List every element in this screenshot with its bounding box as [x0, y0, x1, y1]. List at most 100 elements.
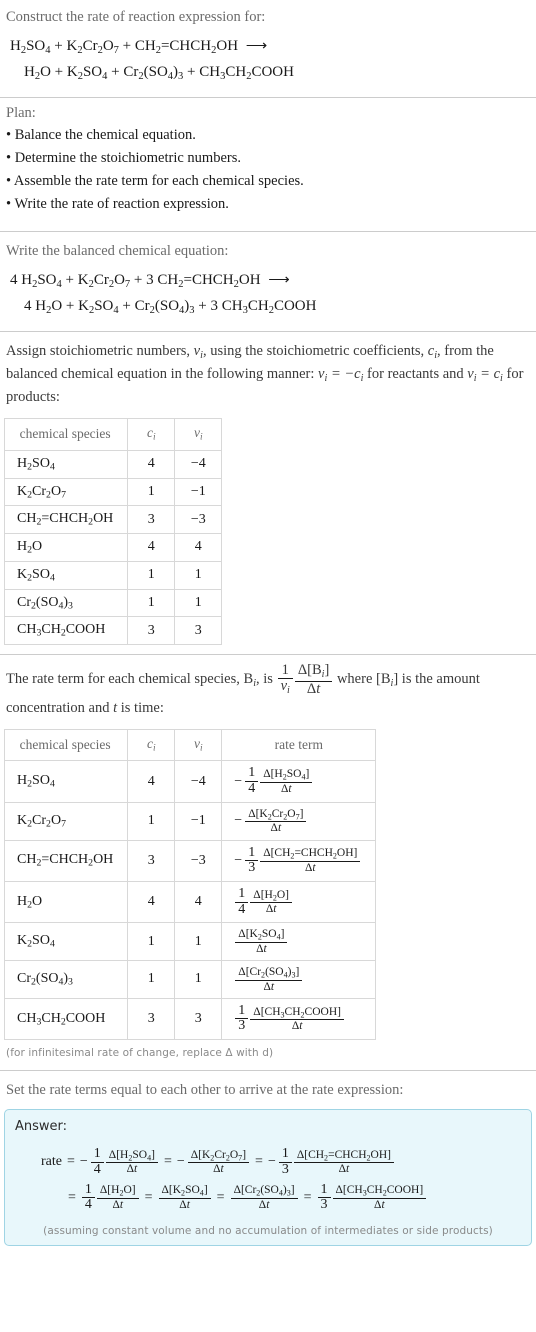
- balanced-reactants-line: 4 H2SO4 + K2Cr2O7 + 3 CH2=CHCH2OH ⟶: [10, 272, 294, 290]
- stoich-number-value: 1: [174, 560, 223, 590]
- species-name: H2SO4: [3, 760, 129, 803]
- coeff-water: 4: [24, 297, 32, 314]
- species-name: K2Cr2O7: [3, 477, 129, 507]
- table-header-row: chemical species ci νi: [3, 418, 223, 451]
- column-header-vi: νi: [174, 728, 223, 762]
- stoich-text-4: for reactants and: [363, 365, 468, 382]
- coefficient-value: 3: [127, 505, 176, 535]
- rate-term-expression: Δ[Cr2(SO4)3] Δt: [221, 960, 377, 999]
- species-name: CH3CH2COOH: [3, 997, 129, 1041]
- coefficient-value: 1: [127, 588, 176, 618]
- species-name: H2O: [3, 533, 129, 562]
- final-prompt: Set the rate terms equal to each other t…: [6, 1082, 404, 1099]
- coefficient-value: 1: [127, 960, 176, 999]
- coefficient-value: 1: [127, 801, 176, 841]
- stoich-number-value: −4: [174, 760, 223, 803]
- table-row: K2SO4 1 1 Δ[K2SO4] Δt: [3, 922, 377, 962]
- stoich-text-2: , using the stoichiometric coefficients,: [202, 342, 428, 359]
- coeff-allyl-alcohol: 3: [146, 272, 154, 289]
- table-row: K2Cr2O7 1 −1: [3, 477, 223, 507]
- species-name: CH2=CHCH2OH: [3, 839, 129, 882]
- column-header-vi: νi: [174, 418, 223, 451]
- products-line: H2O + K2SO4 + Cr2(SO4)3 + CH3CH2COOH: [24, 63, 294, 82]
- answer-box: Answer: rate = −1 4 Δ[H2SO4] Δt = − Δ[K2Cr2O7] Δt…: [4, 1109, 532, 1246]
- stoich-number-value: 3: [174, 997, 223, 1041]
- table-row: CH2=CHCH2OH 3 −3 −1 3 Δ[CH2=CHCH2OH] Δt: [3, 839, 377, 882]
- rate-intro-2: , is: [256, 671, 277, 688]
- problem-page: Construct the rate of reaction expressio…: [0, 0, 536, 1246]
- stoich-number-value: 1: [174, 922, 223, 962]
- table-header-row: chemical species ci νi rate term: [3, 728, 377, 762]
- table-row: Cr2(SO4)3 1 1 Δ[Cr2(SO4)3] Δt: [3, 960, 377, 999]
- coefficient-value: 4: [127, 760, 176, 803]
- coefficient-value: 3: [127, 997, 176, 1041]
- reaction-arrow-icon: ⟶: [245, 38, 268, 55]
- species-name: Cr2(SO4)3: [3, 960, 129, 999]
- reactants-line: H2SO4 + K2Cr2O7 + CH2=CHCH2OH ⟶: [10, 38, 271, 56]
- rate-word: rate: [41, 1154, 62, 1170]
- stoich-number-value: −1: [174, 477, 223, 507]
- nu-equals-c: νi = ci: [467, 365, 503, 384]
- species-name: K2SO4: [3, 560, 129, 590]
- rate-term-expression: −1 4 Δ[H2SO4] Δt: [221, 760, 377, 803]
- rate-intro-1: The rate term for each chemical species,: [6, 671, 244, 688]
- stoich-number-value: 3: [174, 616, 223, 646]
- table-row: CH3CH2COOH 3 3: [3, 616, 223, 646]
- coeff-propionic-acid: 3: [210, 297, 219, 314]
- table-row: H2SO4 4 −4 −1 4 Δ[H2SO4] Δt: [3, 760, 377, 803]
- rate-term-expression: − Δ[K2Cr2O7] Δt: [221, 801, 377, 841]
- stoich-number-value: −4: [174, 449, 223, 479]
- delta-b-over-delta-t: Δ[Bi] Δt: [294, 662, 333, 697]
- column-header-ci: ci: [127, 418, 176, 451]
- rate-term-table: chemical species ci νi rate term H2SO4 4…: [3, 728, 377, 1041]
- coefficient-value: 4: [127, 449, 176, 479]
- balanced-equation: 4 H2SO4 + K2Cr2O7 + 3 CH2=CHCH2OH ⟶ 4 H2…: [0, 264, 536, 322]
- plan-step-3: • Assemble the rate term for each chemic…: [6, 173, 304, 190]
- stoich-number-value: 1: [174, 588, 223, 618]
- balanced-equation-prompt: Write the balanced chemical equation:: [6, 243, 229, 260]
- species-name: K2SO4: [3, 922, 129, 962]
- table-row: K2SO4 1 1: [3, 560, 223, 590]
- table-row: CH3CH2COOH 3 3 1 3 Δ[CH3CH2COOH] Δt: [3, 997, 377, 1041]
- rate-intro-3: where: [333, 671, 376, 688]
- species-name: H2O: [3, 880, 129, 924]
- answer-label: Answer:: [15, 1119, 68, 1135]
- species-name: CH3CH2COOH: [3, 616, 129, 646]
- plan-step-1: • Balance the chemical equation.: [6, 127, 196, 144]
- rate-expression-line-1: rate = −1 4 Δ[H2SO4] Δt = − Δ[K2Cr2O7] Δt = −1 3 Δ[CH…: [41, 1146, 395, 1176]
- table-row: Cr2(SO4)3 1 1: [3, 588, 223, 618]
- column-header-ci: ci: [127, 728, 176, 762]
- coefficient-value: 3: [127, 839, 176, 882]
- table-row: H2O 4 4: [3, 533, 223, 562]
- rate-term-expression: −1 3 Δ[CH2=CHCH2OH] Δt: [221, 839, 377, 882]
- rate-expression-line-2: = 1 4 Δ[H2O] Δt = Δ[K2SO4] Δt = Δ[Cr2(SO4)3] Δt = 1 3…: [41, 1180, 521, 1216]
- rate-term-expression: 1 3 Δ[CH3CH2COOH] Δt: [221, 997, 377, 1041]
- section-divider: [0, 330, 536, 332]
- table-row: K2Cr2O7 1 −1 − Δ[K2Cr2O7] Δt: [3, 801, 377, 841]
- table-row: H2SO4 4 −4: [3, 449, 223, 479]
- rate-expression: rate = −1 4 Δ[H2SO4] Δt = − Δ[K2Cr2O7] Δt = −1 3 Δ[CH…: [15, 1144, 521, 1215]
- balanced-products-line: 4 H2O + K2SO4 + Cr2(SO4)3 + 3 CH3CH2COOH: [24, 297, 317, 316]
- coefficient-value: 1: [127, 922, 176, 962]
- coefficient-value: 1: [127, 477, 176, 507]
- rate-term-expression: Δ[K2SO4] Δt: [221, 922, 377, 962]
- plan-step-4: • Write the rate of reaction expression.: [6, 196, 229, 213]
- reaction-arrow-icon: ⟶: [268, 272, 290, 289]
- plan-section: Plan: • Balance the chemical equation. •…: [0, 100, 536, 223]
- section-divider: [0, 231, 536, 233]
- coeff-h2so4: 4: [10, 272, 18, 289]
- stoich-number-value: −3: [174, 839, 223, 882]
- stoich-number-value: 4: [174, 533, 223, 562]
- section-divider: [0, 96, 536, 98]
- coefficient-value: 1: [127, 560, 176, 590]
- section-divider: [0, 654, 536, 656]
- c-symbol: ci: [427, 342, 438, 361]
- stoich-number-value: −3: [174, 505, 223, 535]
- rate-term-paragraph: The rate term for each chemical species,…: [0, 657, 536, 727]
- species-name: CH2=CHCH2OH: [3, 505, 129, 535]
- species-name: K2Cr2O7: [3, 801, 129, 841]
- table-row: CH2=CHCH2OH 3 −3: [3, 505, 223, 535]
- question-prompt: Construct the rate of reaction expressio…: [6, 9, 266, 25]
- table-row: H2O 4 4 1 4 Δ[H2O] Δt: [3, 880, 377, 924]
- rate-term-formula: 1 νi: [277, 662, 293, 697]
